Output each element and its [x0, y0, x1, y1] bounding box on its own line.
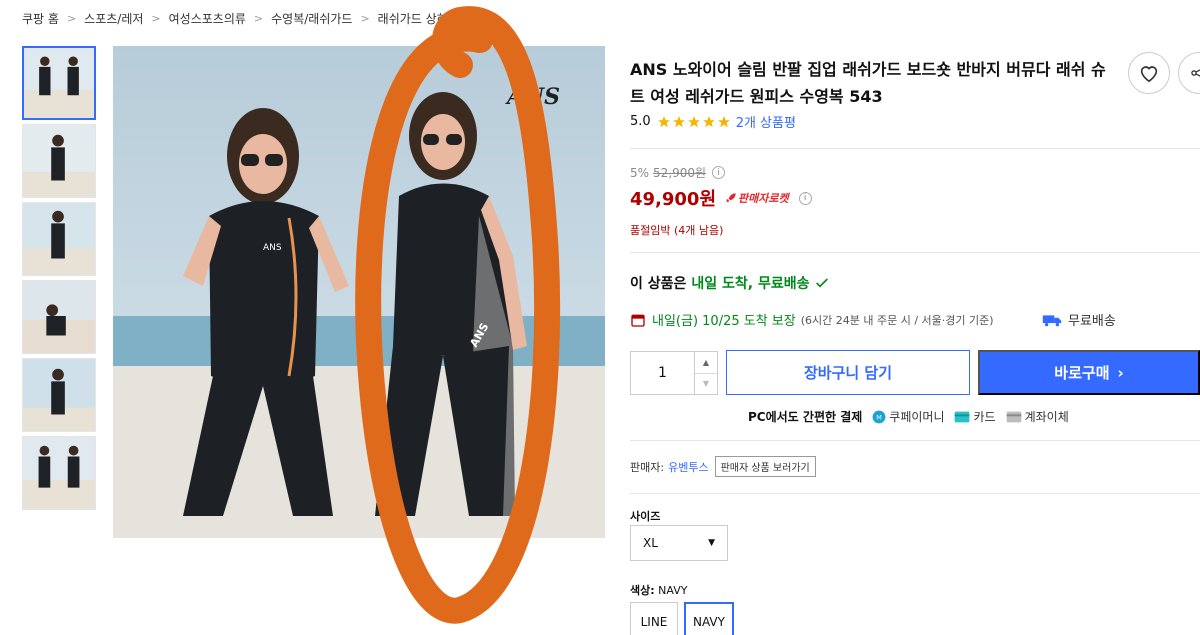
size-select[interactable]: XL ▼: [630, 525, 728, 561]
delivery-detail: (6시간 24분 내 주문 시 / 서울·경기 기준): [800, 313, 994, 327]
quantity-decrease-button[interactable]: ▼: [695, 374, 717, 395]
breadcrumb-item-rashguard-set[interactable]: 래쉬가드 상하세: [378, 10, 459, 27]
coupay-icon: M: [872, 410, 886, 423]
caret-down-icon: ▼: [708, 538, 715, 548]
payment-method-label: 쿠페이머니: [889, 410, 945, 424]
delivery-highlight: 내일 도착, 무료배송: [691, 276, 810, 292]
chevron-up-icon: ▲: [702, 357, 710, 367]
quantity-stepper: 1 ▲ ▼: [630, 351, 718, 395]
truck-icon: [1042, 314, 1062, 326]
bank-icon: [1006, 411, 1021, 422]
color-selected-value: NAVY: [658, 584, 688, 597]
buy-now-label: 바로구매: [1054, 364, 1110, 382]
star-icon: [717, 115, 730, 127]
size-select-value: XL: [643, 536, 658, 550]
rating-score: 5.0: [630, 114, 651, 129]
info-icon[interactable]: i: [798, 191, 812, 205]
delivery-summary: 이 상품은 내일 도착, 무료배송: [630, 273, 830, 293]
seller-label: 판매자:: [630, 460, 665, 474]
chevron-down-icon: ▼: [702, 379, 710, 389]
payment-label: PC에서도 간편한 결제: [748, 410, 863, 424]
checkmark-icon: [815, 278, 828, 288]
star-icon: [672, 115, 685, 127]
color-option-label: NAVY: [693, 615, 725, 629]
logo-text: ANS: [263, 243, 282, 253]
breadcrumb: 쿠팡 홈 > 스포츠/레저 > 여성스포츠의류 > 수영복/래쉬가드 > 래쉬가…: [22, 10, 459, 27]
seller-products-button[interactable]: 판매자 상품 보러가기: [714, 456, 816, 477]
quantity-input[interactable]: 1: [631, 352, 695, 394]
svg-text:M: M: [877, 413, 883, 421]
product-info: ANS 노와이어 슬림 반팔 집업 래쉬가드 보드숏 반바지 버뮤다 래쉬 슈트…: [630, 56, 1200, 131]
wishlist-button[interactable]: [1128, 52, 1170, 94]
divider: [630, 252, 1200, 253]
size-label: 사이즈: [630, 510, 661, 523]
sale-price: 49,900원: [630, 189, 717, 210]
logo-text: ANS: [505, 84, 560, 110]
add-to-cart-button[interactable]: 장바구니 담기: [726, 350, 970, 395]
thumbnail-6[interactable]: [22, 436, 96, 510]
product-title: ANS 노와이어 슬림 반팔 집업 래쉬가드 보드숏 반바지 버뮤다 래쉬 슈트…: [630, 60, 1106, 106]
share-icon: [1191, 69, 1200, 77]
breadcrumb-item-sports[interactable]: 스포츠/레저: [84, 10, 143, 27]
calendar-icon: [631, 314, 645, 327]
divider: [630, 440, 1200, 441]
discount-rate: 5%: [630, 165, 650, 180]
breadcrumb-item-swimwear[interactable]: 수영복/래쉬가드: [271, 10, 352, 27]
star-icon: [702, 115, 715, 127]
rating-row: 5.0 2개 상품평: [630, 112, 1200, 131]
color-option-label: LINE: [640, 615, 668, 629]
chevron-right-icon: >: [253, 12, 264, 25]
original-price-row: 5% 52,900원 i: [630, 164, 812, 181]
price-block: 5% 52,900원 i 49,900원 판매자로켓 i: [630, 164, 812, 211]
chevron-right-icon: >: [360, 12, 370, 25]
thumbnail-4[interactable]: [22, 280, 96, 354]
free-shipping-label: 무료배송: [1068, 314, 1116, 329]
rocket-badge-label: 판매자로켓: [738, 192, 789, 205]
delivery-date: 내일(금) 10/25 도착 보장: [652, 314, 796, 329]
card-icon: [955, 411, 970, 422]
delivery-prefix: 이 상품은: [630, 276, 687, 292]
quantity-increase-button[interactable]: ▲: [695, 352, 717, 374]
star-icon: [657, 115, 670, 127]
breadcrumb-item-womens-sportswear[interactable]: 여성스포츠의류: [169, 10, 246, 27]
payment-methods: PC에서도 간편한 결제 M 쿠페이머니 카드 계좌이체: [748, 408, 1079, 425]
seller-name-link[interactable]: 유벤투스: [668, 459, 708, 475]
rocket-badge: 판매자로켓: [724, 190, 789, 206]
payment-card: 카드: [954, 408, 996, 425]
free-shipping: 무료배송: [1042, 310, 1116, 329]
chevron-right-icon: ›: [1117, 363, 1124, 382]
chevron-right-icon: >: [66, 12, 77, 25]
seller-row: 판매자: 유벤투스 판매자 상품 보러가기: [630, 456, 816, 477]
thumbnail-2[interactable]: [22, 124, 96, 198]
payment-method-label: 계좌이체: [1024, 410, 1069, 424]
stock-notice: 품절임박 (4개 남음): [630, 224, 724, 237]
star-rating: [657, 115, 732, 129]
buy-now-button[interactable]: 바로구매 ›: [978, 350, 1200, 395]
thumbnail-3[interactable]: [22, 202, 96, 276]
heart-icon: [1140, 66, 1158, 83]
breadcrumb-item-home[interactable]: 쿠팡 홈: [22, 10, 59, 27]
color-option-line[interactable]: LINE: [630, 602, 678, 635]
color-option-navy[interactable]: NAVY: [684, 602, 734, 635]
original-price: 52,900원: [653, 166, 707, 180]
thumbnail-1[interactable]: [22, 46, 96, 120]
divider: [630, 493, 1200, 494]
color-label: 색상:: [630, 584, 655, 597]
payment-coupay: M 쿠페이머니: [872, 408, 944, 425]
sale-price-row: 49,900원 판매자로켓 i: [630, 185, 812, 211]
main-product-image[interactable]: ANS ANS ANS: [113, 46, 605, 538]
chevron-right-icon: >: [151, 12, 161, 25]
star-icon: [687, 115, 700, 127]
rocket-icon: [726, 193, 736, 203]
color-label-row: 색상: NAVY: [630, 582, 687, 598]
review-count-link[interactable]: 2개 상품평: [736, 112, 796, 131]
divider: [630, 148, 1200, 149]
thumbnail-5[interactable]: [22, 358, 96, 432]
thumbnail-list: [22, 46, 96, 514]
info-icon[interactable]: i: [712, 166, 726, 179]
payment-method-label: 카드: [973, 410, 996, 424]
payment-bank-transfer: 계좌이체: [1006, 408, 1069, 425]
